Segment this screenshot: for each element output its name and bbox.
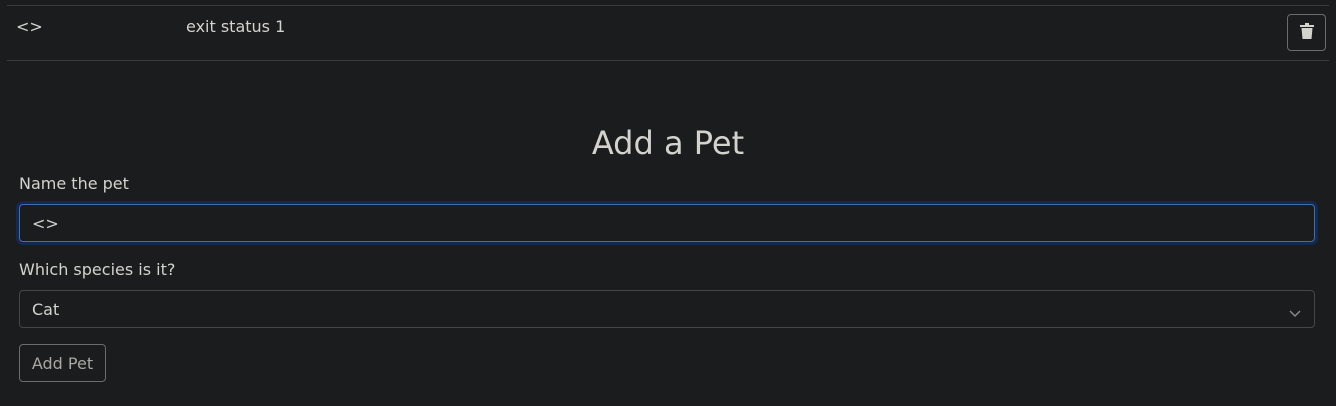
delete-pet-button[interactable] xyxy=(1287,14,1326,51)
pet-status: exit status 1 xyxy=(186,17,286,36)
trash-icon xyxy=(1299,23,1314,42)
add-pet-button[interactable]: Add Pet xyxy=(19,344,106,382)
pet-name: <> xyxy=(16,17,43,36)
species-select[interactable]: Cat xyxy=(19,290,1315,328)
chevron-down-icon xyxy=(1288,303,1302,322)
pet-list-item: <> exit status 1 xyxy=(7,5,1329,61)
species-selected-value: Cat xyxy=(32,300,60,319)
species-label: Which species is it? xyxy=(19,260,176,279)
form-title: Add a Pet xyxy=(591,124,745,162)
name-label: Name the pet xyxy=(19,174,129,193)
pet-name-input[interactable] xyxy=(19,204,1315,242)
